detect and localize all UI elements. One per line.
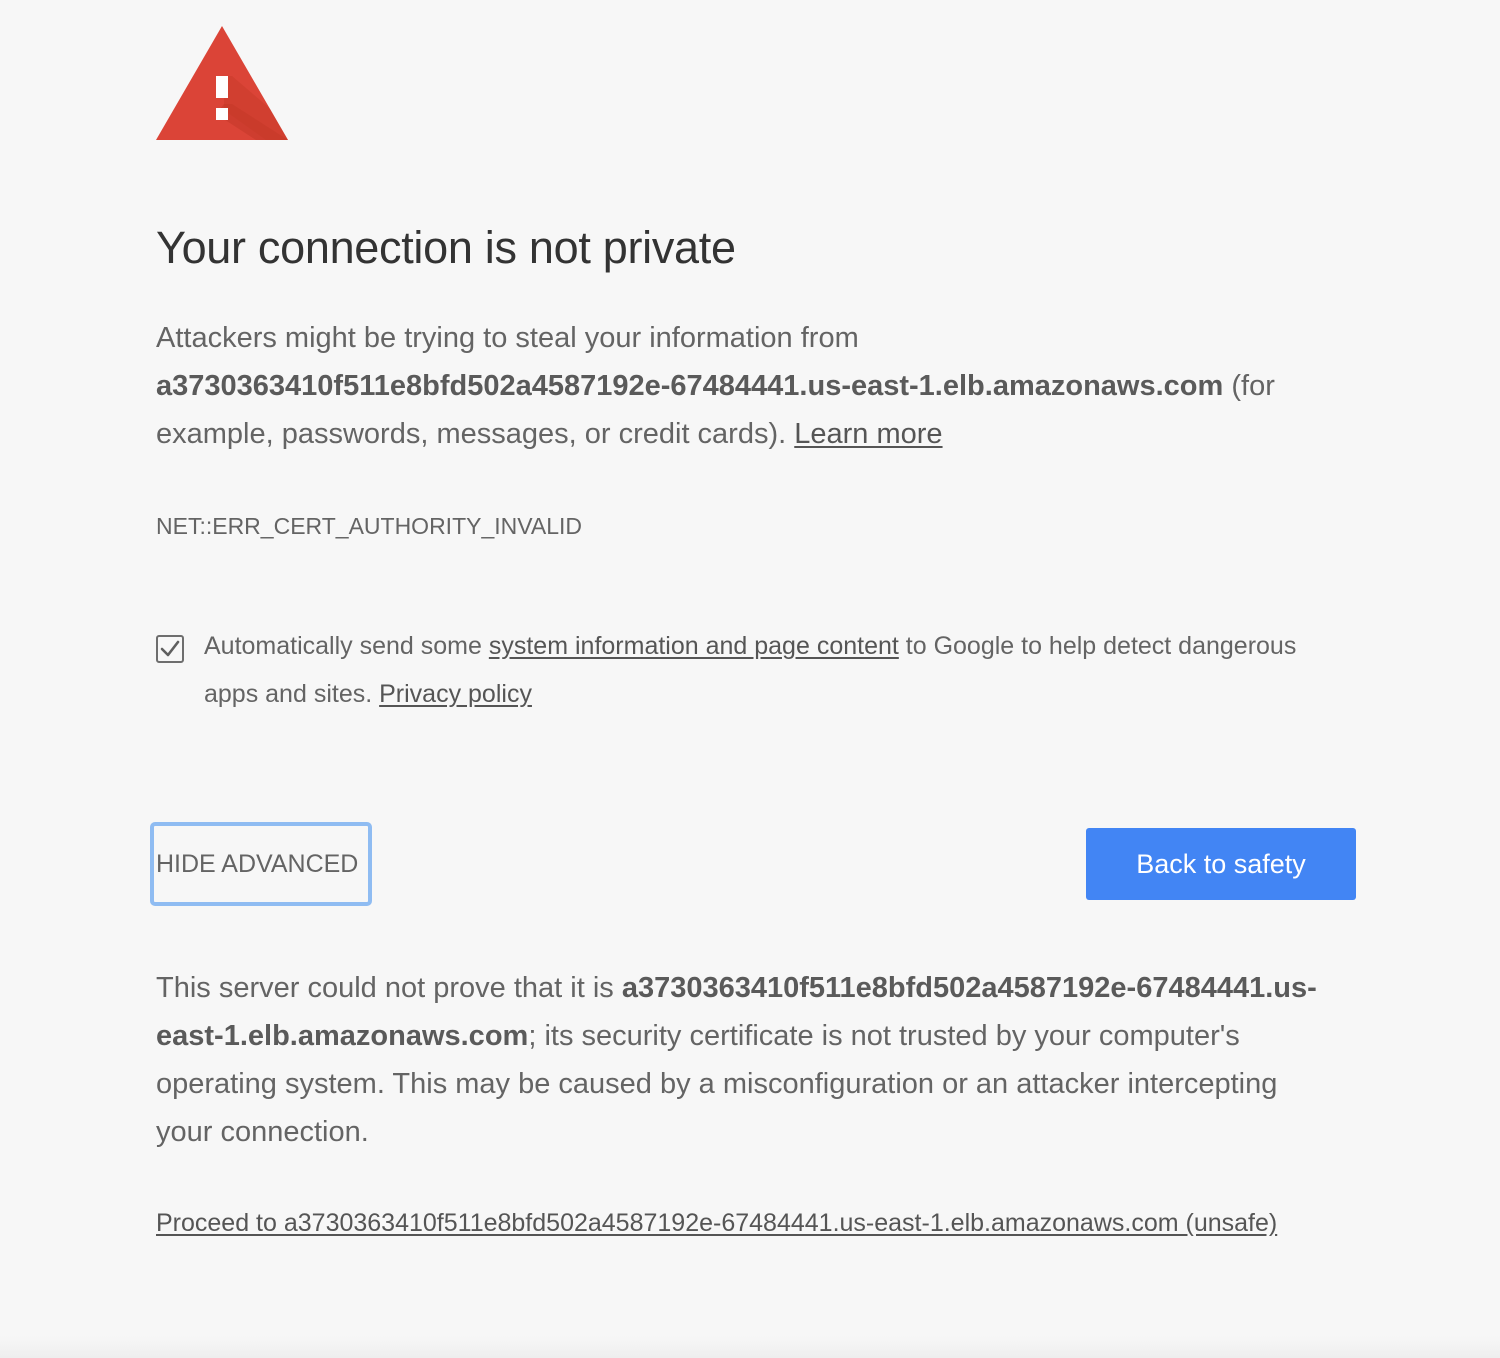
learn-more-link[interactable]: Learn more bbox=[794, 418, 942, 450]
advanced-prefix: This server could not prove that it is bbox=[156, 972, 622, 1004]
extended-reporting-checkbox[interactable] bbox=[156, 635, 184, 663]
system-information-link[interactable]: system information and page content bbox=[489, 632, 899, 660]
warning-triangle-icon bbox=[156, 26, 288, 140]
proceed-paragraph: Proceed to a3730363410f511e8bfd502a45871… bbox=[156, 1198, 1316, 1248]
host-name: a3730363410f511e8bfd502a4587192e-6748444… bbox=[156, 370, 1224, 402]
extended-reporting-label: Automatically send some system informati… bbox=[204, 622, 1304, 718]
error-code: NET::ERR_CERT_AUTHORITY_INVALID bbox=[156, 513, 583, 539]
checkmark-icon bbox=[160, 640, 180, 657]
proceed-unsafe-link[interactable]: Proceed to a3730363410f511e8bfd502a45871… bbox=[156, 1209, 1277, 1237]
page-title: Your connection is not private bbox=[156, 222, 736, 273]
main-message: Attackers might be trying to steal your … bbox=[156, 314, 1316, 458]
privacy-policy-link[interactable]: Privacy policy bbox=[379, 680, 532, 708]
advanced-details: This server could not prove that it is a… bbox=[156, 964, 1326, 1156]
reporting-prefix: Automatically send some bbox=[204, 632, 489, 660]
main-message-prefix: Attackers might be trying to steal your … bbox=[156, 322, 859, 354]
back-to-safety-button[interactable]: Back to safety bbox=[1086, 828, 1356, 900]
bottom-edge-shade bbox=[0, 1336, 1500, 1358]
hide-advanced-button[interactable]: HIDE ADVANCED bbox=[150, 822, 372, 906]
